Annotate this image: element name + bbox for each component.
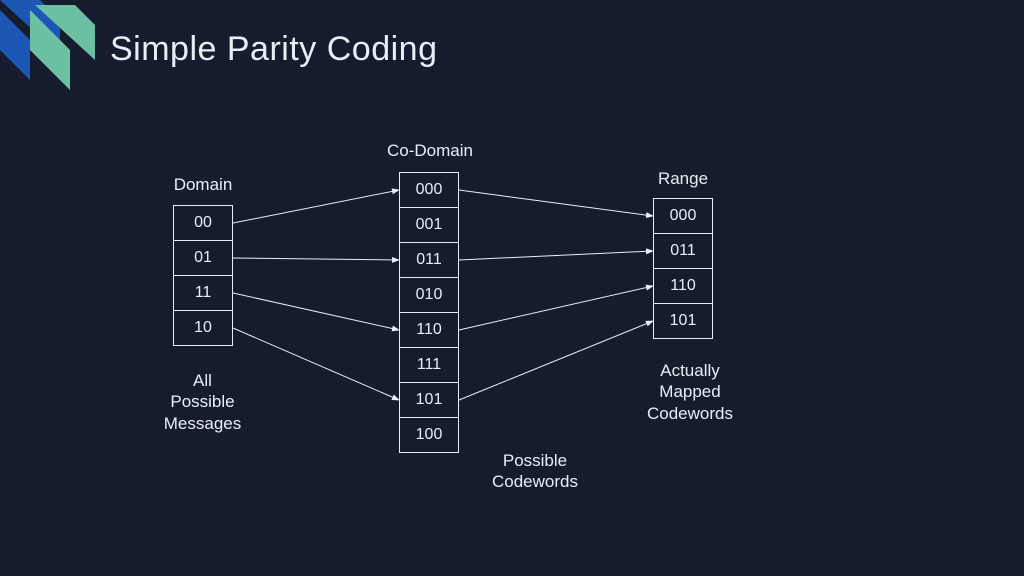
domain-cell: 11: [173, 275, 233, 311]
codomain-cell: 000: [399, 172, 459, 208]
codomain-cell: 001: [399, 207, 459, 243]
range-cell: 101: [653, 303, 713, 339]
domain-caption: All Possible Messages: [150, 370, 255, 434]
domain-cell: 00: [173, 205, 233, 241]
range-cell: 110: [653, 268, 713, 304]
range-caption: Actually Mapped Codewords: [625, 360, 755, 424]
page-title: Simple Parity Coding: [110, 30, 437, 69]
domain-heading: Domain: [160, 174, 246, 195]
codomain-cell: 111: [399, 347, 459, 383]
codomain-column: 000001011010110111101100: [399, 172, 459, 453]
range-cell: 000: [653, 198, 713, 234]
domain-column: 00011110: [173, 205, 233, 346]
domain-cell: 10: [173, 310, 233, 346]
range-heading: Range: [643, 168, 723, 189]
codomain-cell: 110: [399, 312, 459, 348]
codomain-cell: 010: [399, 277, 459, 313]
range-cell: 011: [653, 233, 713, 269]
codomain-heading: Co-Domain: [380, 140, 480, 161]
codomain-cell: 100: [399, 417, 459, 453]
domain-cell: 01: [173, 240, 233, 276]
codomain-cell: 101: [399, 382, 459, 418]
range-column: 000011110101: [653, 198, 713, 339]
codomain-cell: 011: [399, 242, 459, 278]
codomain-caption: Possible Codewords: [475, 450, 595, 493]
